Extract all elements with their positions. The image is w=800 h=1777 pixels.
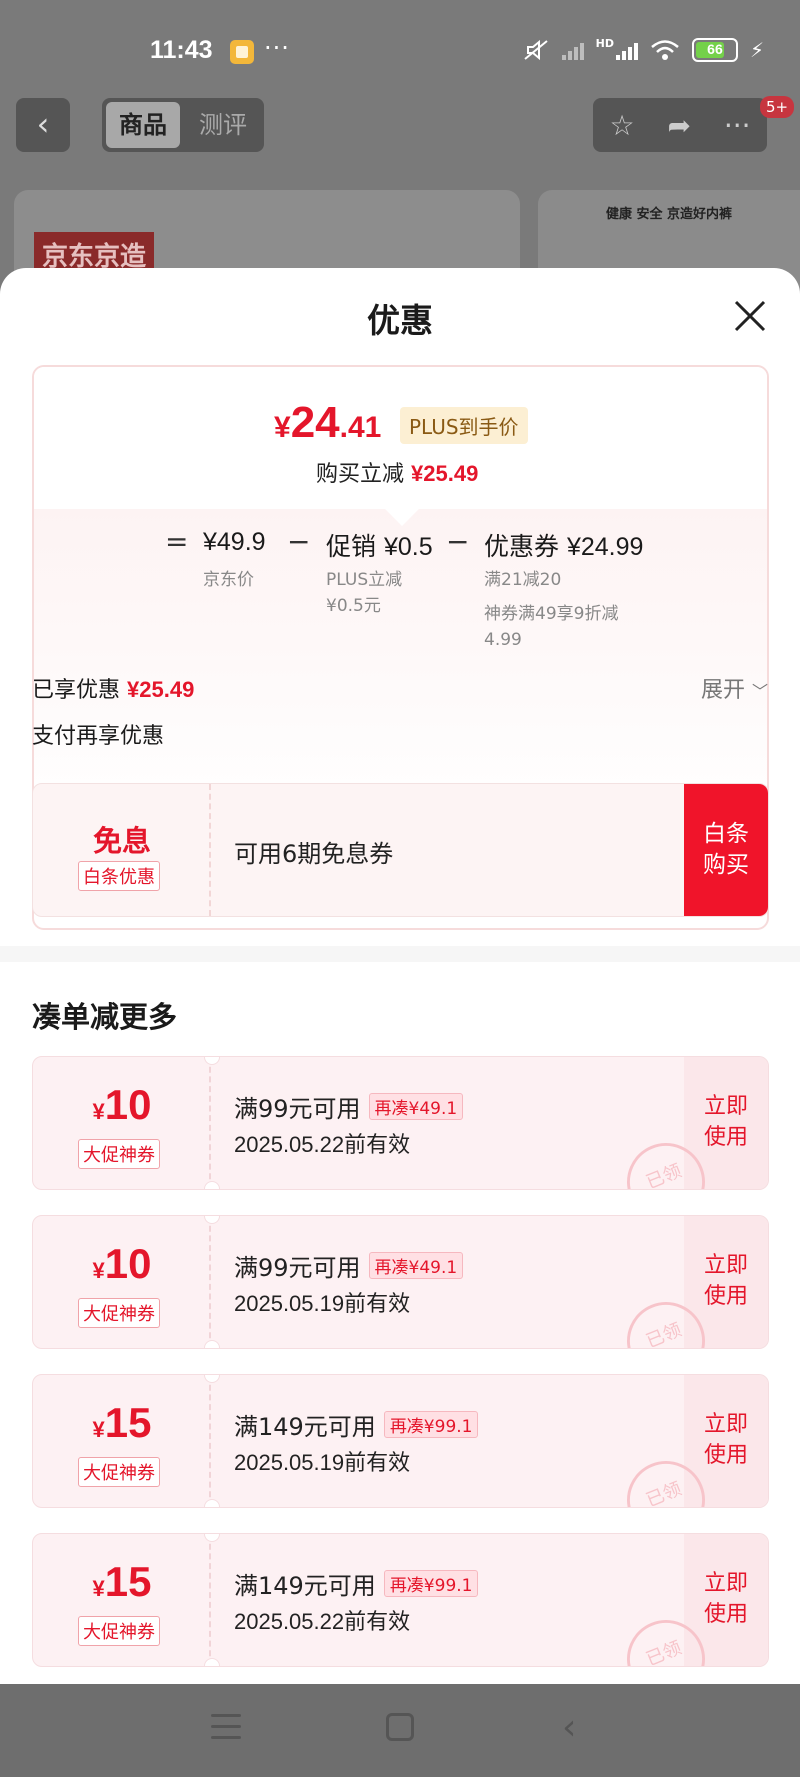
- coupon-condition: 满99元可用 再凑¥49.1: [234, 1089, 464, 1124]
- more-notifications-icon: ···: [264, 34, 290, 62]
- coupon-sub-3: 4.99: [484, 630, 522, 650]
- coupon-sub-2: 神券满49享9折减: [484, 604, 619, 624]
- coupon-amount: ¥10: [92, 1081, 152, 1128]
- coupon-tag: 大促神券: [78, 1457, 160, 1487]
- home-icon[interactable]: [386, 1713, 414, 1741]
- coupon-card: ¥15 大促神券 满149元可用 再凑¥99.1 2025.05.19前有效 立即…: [32, 1374, 769, 1508]
- coupon-expiry: 2025.05.19前有效: [234, 1450, 411, 1475]
- jd-price-value: ¥49.9: [203, 528, 266, 556]
- coupon-condition: 满149元可用 再凑¥99.1: [234, 1407, 479, 1442]
- battery-level: 66: [707, 41, 723, 57]
- expand-button[interactable]: 展开 ﹀: [701, 672, 768, 704]
- top-right-tools: ☆ ➦ ···: [593, 98, 767, 152]
- chevron-down-icon: ﹀: [751, 682, 768, 701]
- minus-sign: −: [446, 525, 470, 558]
- baitiao-tag: 白条优惠: [78, 861, 160, 891]
- tab-review[interactable]: 测评: [186, 102, 260, 148]
- discount-sheet: 优惠 ¥24.41 PLUS到手价 购买立减 ¥25.49 = ¥49.9 京东…: [0, 268, 800, 1684]
- coupon-card: ¥15 大促神券 满149元可用 再凑¥99.1 2025.05.22前有效 立即…: [32, 1533, 769, 1667]
- coupon-tag: 大促神券: [78, 1616, 160, 1646]
- enjoyed-discount: 已享优惠 ¥25.49: [32, 677, 195, 703]
- coupon-expiry: 2025.05.22前有效: [234, 1609, 411, 1634]
- mute-icon: [523, 39, 548, 61]
- charging-icon: ⚡: [749, 38, 764, 62]
- use-now-button[interactable]: 立即 使用: [684, 1568, 768, 1630]
- coupon-extra-needed: 再凑¥49.1: [368, 1093, 464, 1120]
- minus-sign: −: [287, 525, 311, 558]
- back-icon: ‹: [36, 105, 50, 143]
- promo-sub-label: PLUS立减: [326, 570, 403, 590]
- coupon-condition: 满99元可用 再凑¥49.1: [234, 1248, 464, 1283]
- tab-product[interactable]: 商品: [106, 102, 180, 148]
- menu-icon[interactable]: [211, 1714, 241, 1740]
- product-banner-text: 健康 安全 京造好内裤: [606, 207, 733, 222]
- close-icon[interactable]: [732, 298, 768, 334]
- signal-icon: [615, 40, 638, 60]
- sheet-title: 优惠: [367, 301, 433, 340]
- section-divider: [0, 946, 800, 962]
- coupon-expiry: 2025.05.19前有效: [234, 1291, 411, 1316]
- coupon-extra-needed: 再凑¥99.1: [383, 1570, 479, 1597]
- wifi-icon: [651, 40, 679, 60]
- use-now-button[interactable]: 立即 使用: [684, 1409, 768, 1471]
- baitiao-desc: 可用6期免息券: [234, 840, 394, 868]
- use-now-button[interactable]: 立即 使用: [684, 1250, 768, 1312]
- status-indicators: HD 66 ⚡: [522, 36, 764, 62]
- message-badge: 5+: [760, 96, 795, 118]
- signal-weak-icon: [561, 40, 584, 60]
- coupon-extra-needed: 再凑¥49.1: [368, 1252, 464, 1279]
- coupon-value: 优惠券 ¥24.99: [484, 532, 644, 561]
- baitiao-buy-button[interactable]: 白条 购买: [684, 784, 768, 916]
- coupon-extra-needed: 再凑¥99.1: [383, 1411, 479, 1438]
- coupon-card: ¥10 大促神券 满99元可用 再凑¥49.1 2025.05.19前有效 立即使…: [32, 1215, 769, 1349]
- equals-sign: =: [165, 525, 189, 558]
- status-bar: 11:43 ··· HD 66 ⚡: [0, 0, 800, 100]
- hd-indicator: HD: [595, 36, 614, 50]
- jd-price-label: 京东价: [203, 570, 254, 590]
- battery-icon: 66: [691, 38, 738, 62]
- coupon-tag: 大促神券: [78, 1298, 160, 1328]
- product-tabs: 商品 测评: [102, 98, 264, 152]
- coupon-tag: 大促神券: [78, 1139, 160, 1169]
- coupon-card: ¥10 大促神券 满99元可用 再凑¥49.1 2025.05.22前有效 立即使…: [32, 1056, 769, 1190]
- baitiao-title: 免息: [92, 824, 151, 858]
- use-now-button[interactable]: 立即 使用: [684, 1091, 768, 1153]
- back-nav-icon[interactable]: ‹: [562, 1707, 576, 1748]
- system-nav-bar: ‹: [0, 1684, 800, 1777]
- coupon-amount: ¥15: [92, 1399, 152, 1446]
- status-time: 11:43: [150, 36, 213, 64]
- coupon-expiry: 2025.05.22前有效: [234, 1132, 411, 1157]
- coupon-condition: 满149元可用 再凑¥99.1: [234, 1566, 479, 1601]
- coupon-amount: ¥10: [92, 1240, 152, 1287]
- back-button[interactable]: ‹: [16, 98, 70, 152]
- pay-more-title: 支付再享优惠: [32, 724, 165, 749]
- notes-app-icon: [230, 40, 254, 64]
- promo-value: 促销 ¥0.5: [326, 532, 433, 561]
- baitiao-offer-card: 免息 白条优惠 可用6期免息券 白条 购买: [32, 783, 769, 917]
- promo-sub-value: ¥0.5元: [326, 596, 381, 616]
- coupon-sub-1: 满21减20: [484, 570, 562, 590]
- more-discount-title: 凑单减更多: [32, 1000, 178, 1034]
- favorite-star-icon[interactable]: ☆: [609, 109, 634, 142]
- share-icon[interactable]: ➦: [667, 109, 690, 142]
- coupon-amount: ¥15: [92, 1558, 152, 1605]
- more-icon[interactable]: ···: [724, 109, 751, 142]
